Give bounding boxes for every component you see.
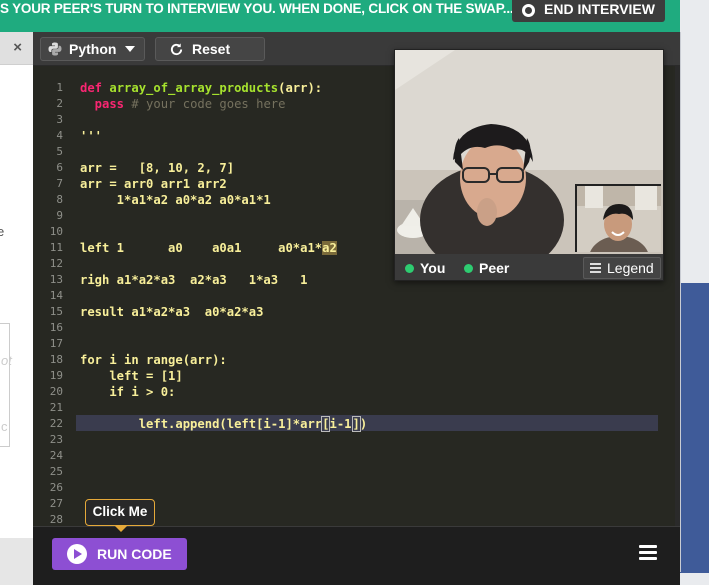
reset-label: Reset: [192, 41, 231, 57]
legend-button-label: Legend: [607, 260, 654, 276]
video-chat-panel: You Peer Legend: [394, 49, 664, 281]
code-line-20: if i > 0:: [80, 385, 176, 399]
click-me-tooltip: Click Me: [85, 499, 155, 526]
legend-peer-label: Peer: [479, 260, 510, 276]
question-panel: [0, 32, 33, 585]
stop-circle-icon: [522, 3, 535, 17]
line-number: 13: [49, 273, 63, 286]
code-text: ): [359, 417, 368, 431]
line-number: 3: [56, 113, 63, 126]
python-icon: [48, 42, 62, 56]
question-panel-footer: [0, 538, 33, 585]
banner-message: S YOUR PEER'S TURN TO INTERVIEW YOU. WHE…: [0, 1, 514, 16]
keyword: def: [80, 81, 110, 95]
line-number: 22: [49, 417, 63, 430]
status-dot-icon: [405, 263, 414, 273]
line-number: 26: [49, 481, 63, 494]
code-line-22: left.append(left[i-1]*arr[i-1]): [80, 416, 367, 432]
line-number: 27: [49, 497, 63, 510]
code-text: left 1 a0 a0a1 a0*a1*: [80, 241, 323, 255]
self-video-image: [577, 186, 661, 252]
code-line-19: left = [1]: [80, 369, 183, 383]
tooltip-arrow: [114, 525, 128, 532]
end-interview-button[interactable]: END INTERVIEW: [512, 0, 665, 22]
language-select[interactable]: Python: [40, 37, 145, 61]
self-video-feed: [575, 184, 661, 252]
line-number: 17: [49, 337, 63, 350]
keyword: pass: [80, 97, 132, 111]
function-name: array_of_array_products: [109, 81, 279, 95]
run-code-button[interactable]: RUN CODE: [52, 538, 187, 570]
line-number: 14: [49, 289, 63, 302]
chevron-down-icon: [125, 46, 136, 52]
line-number: 1: [56, 81, 63, 94]
status-dot-icon: [464, 263, 473, 273]
code-line-4: ''': [80, 129, 103, 143]
line-number: 21: [49, 401, 63, 414]
line-number: 11: [49, 241, 63, 254]
legend-peer: Peer: [464, 260, 509, 276]
line-number: 23: [49, 433, 63, 446]
run-code-label: RUN CODE: [97, 546, 172, 562]
code-line-2: pass # your code goes here: [80, 96, 286, 112]
line-number: 16: [49, 321, 63, 334]
editor-scrollbar[interactable]: [675, 66, 680, 526]
line-number: 25: [49, 465, 63, 478]
comment: # your code goes here: [131, 97, 286, 111]
code-text: i-1: [329, 417, 352, 431]
selected-word-highlight: a2: [322, 241, 337, 255]
code-text: (arr):: [278, 81, 323, 95]
line-number: 2: [56, 97, 63, 110]
answer-placeholder: ot: [1, 353, 12, 368]
legend-button[interactable]: Legend: [583, 257, 661, 279]
line-number: 7: [56, 177, 63, 190]
line-number: 6: [56, 161, 63, 174]
code-line-6: arr = [8, 10, 2, 7]: [80, 161, 235, 175]
menu-icon[interactable]: [639, 545, 657, 561]
code-line-8: 1*a1*a2 a0*a2 a0*a1*1: [80, 193, 271, 207]
line-number: 5: [56, 145, 63, 158]
code-line-1: def array_of_array_products(arr):: [80, 80, 322, 96]
play-icon: [67, 544, 87, 564]
reset-icon: [170, 42, 183, 55]
code-text: left.append(left[i-1]*arr: [80, 417, 323, 431]
video-legend-bar: You Peer Legend: [395, 254, 663, 280]
line-number: 19: [49, 369, 63, 382]
matching-bracket: ]: [351, 416, 361, 432]
line-number: 20: [49, 385, 63, 398]
question-text-fragment: e: [0, 224, 5, 239]
code-line-18: for i in range(arr):: [80, 353, 227, 367]
legend-you: You: [405, 260, 445, 276]
line-number: 4: [56, 129, 63, 142]
answer-placeholder-2: c: [1, 419, 8, 434]
language-label: Python: [69, 41, 117, 57]
line-number: 12: [49, 257, 63, 270]
line-number: 18: [49, 353, 63, 366]
code-line-11: left 1 a0 a0a1 a0*a1*a2: [80, 240, 337, 256]
code-line-7: arr = arr0 arr1 arr2: [80, 177, 227, 191]
end-interview-label: END INTERVIEW: [544, 1, 655, 17]
reset-button[interactable]: Reset: [155, 37, 265, 61]
line-number: 24: [49, 449, 63, 462]
line-number: 15: [49, 305, 63, 318]
code-line-13: righ a1*a2*a3 a2*a3 1*a3 1: [80, 273, 308, 287]
line-number: 10: [49, 225, 63, 238]
side-accent-panel: [680, 283, 709, 573]
list-icon: [590, 263, 601, 273]
code-line-15: result a1*a2*a3 a0*a2*a3: [80, 305, 264, 319]
interview-app: × e ot c S YOUR PEER'S TURN TO INTERVIEW…: [0, 0, 709, 585]
legend-you-label: You: [420, 260, 446, 276]
close-panel-button[interactable]: ×: [0, 32, 33, 65]
divider: [680, 32, 681, 572]
line-number: 9: [56, 209, 63, 222]
line-number: 8: [56, 193, 63, 206]
